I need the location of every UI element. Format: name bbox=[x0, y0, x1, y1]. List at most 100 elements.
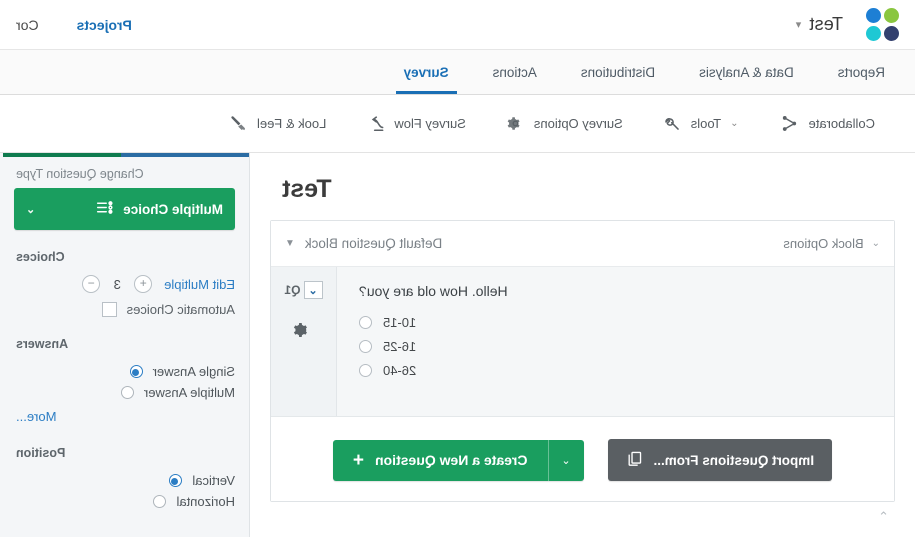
tab-actions[interactable]: Actions bbox=[471, 50, 559, 94]
paintbrush-icon bbox=[229, 114, 248, 133]
question-tag-label: Q1 bbox=[284, 283, 301, 297]
horizontal-label: Horizontal bbox=[176, 494, 235, 509]
answers-multiple-row[interactable]: Multiple Answer bbox=[14, 379, 235, 400]
radio-icon[interactable] bbox=[359, 364, 372, 377]
chevron-down-icon: ▾ bbox=[795, 19, 802, 31]
position-horizontal-row[interactable]: Horizontal bbox=[14, 488, 235, 509]
radio-icon[interactable] bbox=[359, 340, 372, 353]
single-answer-label: Single Answer bbox=[152, 364, 235, 379]
flow-icon bbox=[366, 114, 385, 133]
nav-projects[interactable]: Projects bbox=[77, 17, 132, 33]
survey-toolbar: Collaborate ⌄ Tools Survey Options Surve… bbox=[0, 95, 915, 153]
top-bar: Test ▾ Projects Cor bbox=[0, 0, 915, 49]
block-name[interactable]: ▼ Default Question Block bbox=[285, 236, 442, 251]
answers-label: Answers bbox=[16, 337, 69, 351]
question-type-button[interactable]: ⌄ Multiple Choice bbox=[14, 188, 235, 230]
create-new-question-button[interactable]: + Create a New Question ⌄ bbox=[332, 439, 584, 481]
page-title: Test bbox=[282, 175, 332, 203]
choices-label: Choices bbox=[16, 250, 65, 264]
question-gear-icon[interactable] bbox=[293, 319, 315, 346]
single-answer-radio[interactable] bbox=[129, 365, 143, 378]
import-questions-button[interactable]: Import Questions From... bbox=[607, 439, 833, 481]
project-tabs: Reports Data & Analysis Distributions Ac… bbox=[0, 49, 915, 95]
collapse-chevron-up-icon[interactable]: ⌃ bbox=[878, 509, 889, 525]
tools-button[interactable]: ⌄ Tools bbox=[643, 114, 761, 133]
nav-contacts[interactable]: Cor bbox=[16, 17, 39, 33]
bullet-list-icon bbox=[96, 200, 113, 218]
sidebar-tab-indicators bbox=[0, 153, 249, 158]
multiple-answer-radio[interactable] bbox=[120, 386, 134, 399]
question-text[interactable]: Hello. How old are you? bbox=[359, 283, 872, 299]
question-tag[interactable]: Q1 ⌄ bbox=[285, 281, 323, 299]
question-gutter: Q1 ⌄ bbox=[271, 267, 337, 416]
editor-body: Test ▼ Default Question Block Block Opti… bbox=[0, 153, 915, 537]
choice-row[interactable]: 26-40 bbox=[359, 363, 872, 378]
survey-options-button[interactable]: Survey Options bbox=[486, 114, 643, 133]
tab-survey[interactable]: Survey bbox=[382, 50, 471, 94]
change-question-type-label: Change Question Type bbox=[16, 167, 144, 181]
horizontal-radio[interactable] bbox=[153, 495, 167, 508]
choice-row[interactable]: 16-25 bbox=[359, 339, 872, 354]
tools-label: Tools bbox=[690, 116, 722, 131]
position-vertical-row[interactable]: Vertical bbox=[14, 467, 235, 488]
choice-label: 10-15 bbox=[383, 315, 417, 330]
create-new-question-label: Create a New Question bbox=[375, 452, 528, 468]
multiple-answer-label: Multiple Answer bbox=[143, 385, 235, 400]
choices-increase-button[interactable]: + bbox=[134, 275, 153, 293]
choices-stepper: − 3 + Edit Multiple bbox=[14, 271, 235, 293]
chevron-down-icon: ⌄ bbox=[26, 203, 36, 216]
tab-data-analysis[interactable]: Data & Analysis bbox=[677, 50, 816, 94]
question-block: ▼ Default Question Block Block Options ⌄… bbox=[270, 220, 895, 502]
chevron-down-icon: ⌄ bbox=[561, 454, 571, 467]
chevron-down-icon: ⌄ bbox=[730, 118, 739, 129]
qualtrics-logo-icon bbox=[865, 7, 899, 42]
collaborate-label: Collaborate bbox=[808, 116, 876, 131]
account-name: Test bbox=[809, 14, 843, 34]
survey-flow-label: Survey Flow bbox=[394, 116, 466, 131]
plus-icon: + bbox=[352, 449, 365, 471]
question-body: Hello. How old are you? 10-15 16-25 26-4… bbox=[337, 267, 894, 416]
vertical-radio[interactable] bbox=[169, 474, 183, 487]
chevron-down-icon: ⌄ bbox=[871, 238, 880, 249]
app-root: Test ▾ Projects Cor Reports Data & Analy… bbox=[0, 0, 915, 537]
choice-row[interactable]: 10-15 bbox=[359, 315, 872, 330]
global-nav: Projects Cor bbox=[16, 0, 132, 49]
survey-canvas: Test ▼ Default Question Block Block Opti… bbox=[250, 153, 915, 537]
look-and-feel-label: Look & Feel bbox=[256, 116, 327, 131]
edit-multiple-link[interactable]: Edit Multiple bbox=[164, 277, 235, 292]
automatic-choices-label: Automatic Choices bbox=[126, 302, 235, 317]
collaborate-button[interactable]: Collaborate bbox=[761, 114, 896, 133]
question-type-label: Multiple Choice bbox=[123, 201, 223, 217]
answers-more-link[interactable]: More... bbox=[16, 409, 56, 424]
copy-icon bbox=[626, 450, 643, 470]
choices-decrease-button[interactable]: − bbox=[82, 275, 101, 293]
triangle-down-icon: ▼ bbox=[285, 238, 295, 249]
gear-icon bbox=[506, 114, 525, 133]
create-question-dropdown[interactable]: ⌄ bbox=[547, 439, 584, 481]
share-icon bbox=[781, 114, 800, 133]
import-questions-label: Import Questions From... bbox=[653, 452, 815, 468]
tab-reports[interactable]: Reports bbox=[816, 50, 907, 94]
chevron-down-icon[interactable]: ⌄ bbox=[303, 281, 323, 299]
vertical-label: Vertical bbox=[192, 473, 235, 488]
account-menu[interactable]: Test ▾ bbox=[795, 14, 843, 35]
question-row: Q1 ⌄ Hello. How old are you? 10-15 16-25… bbox=[271, 267, 894, 417]
tab-distributions[interactable]: Distributions bbox=[559, 50, 677, 94]
survey-options-label: Survey Options bbox=[533, 116, 623, 131]
sidebar-tab-indicator-blue bbox=[121, 153, 249, 157]
block-options-button[interactable]: Block Options ⌄ bbox=[783, 236, 880, 251]
automatic-choices-row[interactable]: Automatic Choices bbox=[14, 293, 235, 317]
look-and-feel-button[interactable]: Look & Feel bbox=[209, 114, 346, 133]
position-label: Position bbox=[16, 446, 66, 460]
block-options-label: Block Options bbox=[783, 236, 864, 251]
question-settings-sidebar: Change Question Type ⌄ Multiple Choice C… bbox=[0, 153, 250, 537]
block-footer: + Create a New Question ⌄ Import Questio… bbox=[271, 417, 894, 501]
choice-label: 26-40 bbox=[383, 363, 417, 378]
choice-label: 16-25 bbox=[383, 339, 417, 354]
choices-count: 3 bbox=[113, 276, 121, 292]
radio-icon[interactable] bbox=[359, 316, 372, 329]
block-header: ▼ Default Question Block Block Options ⌄ bbox=[271, 221, 894, 267]
answers-single-row[interactable]: Single Answer bbox=[14, 358, 235, 379]
automatic-choices-checkbox[interactable] bbox=[101, 302, 117, 317]
survey-flow-button[interactable]: Survey Flow bbox=[346, 114, 486, 133]
